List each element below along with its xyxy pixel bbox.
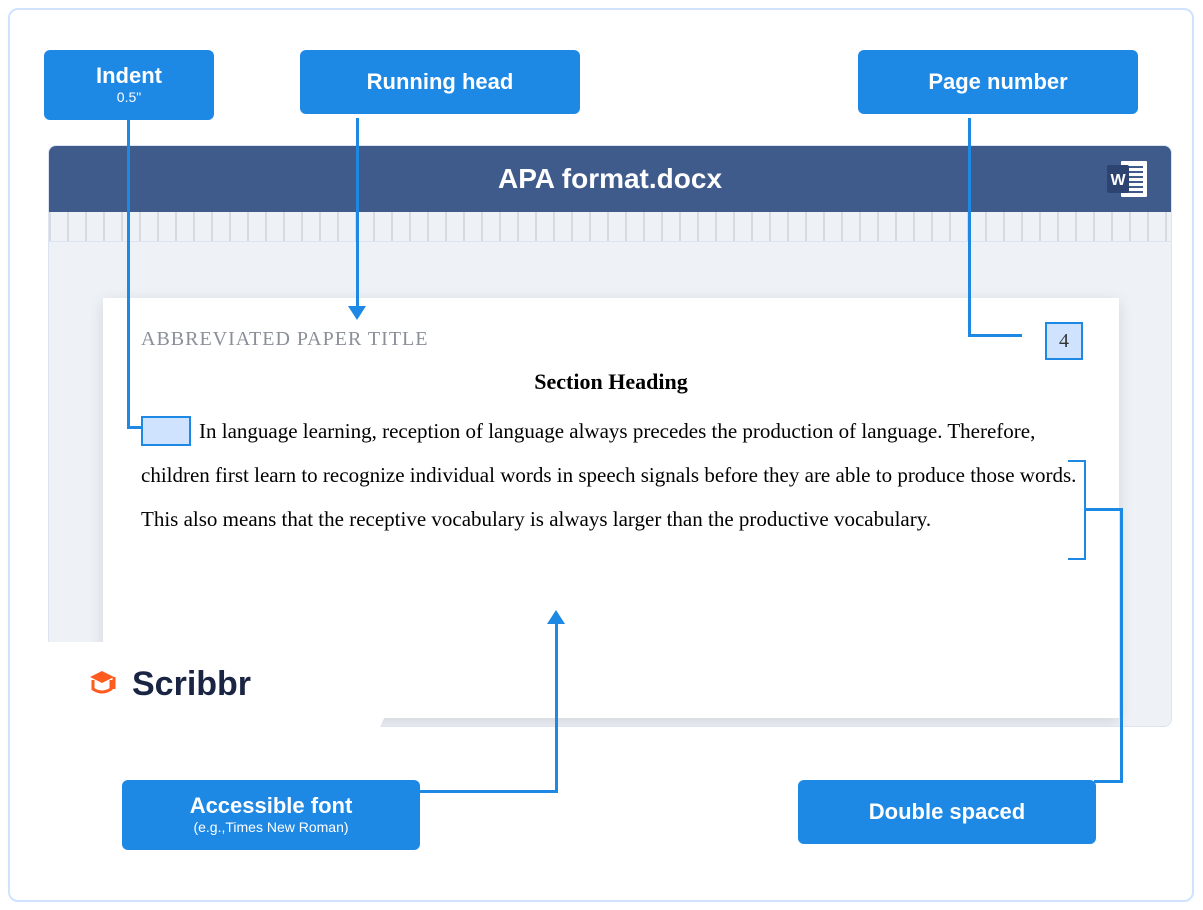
- diagram-frame: Indent 0.5" Running head Page number APA…: [8, 8, 1194, 902]
- scribbr-name: Scribbr: [132, 665, 251, 704]
- scribbr-tab: Scribbr: [48, 642, 380, 727]
- connector-line: [127, 426, 143, 429]
- callout-accessible-font: Accessible font (e.g.,Times New Roman): [122, 780, 420, 850]
- connector-line: [555, 622, 558, 793]
- callout-indent: Indent 0.5": [44, 50, 214, 120]
- arrow-down-icon: [348, 306, 366, 320]
- callout-double-spaced: Double spaced: [798, 780, 1096, 844]
- callout-running-head-label: Running head: [367, 69, 514, 94]
- arrow-up-icon: [547, 610, 565, 624]
- document-window: APA format.docx W ABBREVIATED PAPER TITL…: [48, 145, 1172, 727]
- section-heading: Section Heading: [141, 369, 1081, 395]
- page-number-value: 4: [1059, 330, 1069, 353]
- scribbr-logo: Scribbr: [82, 665, 251, 705]
- callout-accessible-font-label: Accessible font: [190, 793, 353, 818]
- scribbr-icon: [82, 665, 122, 705]
- bracket: [1068, 460, 1086, 560]
- connector-line: [1120, 508, 1123, 782]
- callout-indent-sub: 0.5": [68, 90, 190, 105]
- body-text-content: In language learning, reception of langu…: [141, 419, 1076, 531]
- svg-text:W: W: [1110, 172, 1126, 189]
- word-icon: W: [1107, 159, 1149, 199]
- indent-highlight: [141, 416, 191, 446]
- callout-running-head: Running head: [300, 50, 580, 114]
- callout-page-number: Page number: [858, 50, 1138, 114]
- page-number-box: 4: [1045, 322, 1083, 360]
- document-filename: APA format.docx: [498, 163, 722, 195]
- connector-line: [968, 334, 1022, 337]
- body-text: In language learning, reception of langu…: [141, 409, 1081, 541]
- connector-line: [1094, 780, 1123, 783]
- connector-line: [418, 790, 558, 793]
- connector-line: [968, 118, 971, 336]
- callout-indent-label: Indent: [96, 63, 162, 88]
- connector-line: [1086, 508, 1122, 511]
- running-head-text: ABBREVIATED PAPER TITLE: [141, 328, 1081, 351]
- ruler: [49, 212, 1171, 242]
- callout-accessible-font-sub: (e.g.,Times New Roman): [146, 820, 396, 835]
- connector-line: [356, 118, 359, 308]
- callout-double-spaced-label: Double spaced: [869, 799, 1025, 824]
- callout-page-number-label: Page number: [928, 69, 1067, 94]
- titlebar: APA format.docx W: [49, 146, 1171, 212]
- connector-line: [127, 118, 130, 428]
